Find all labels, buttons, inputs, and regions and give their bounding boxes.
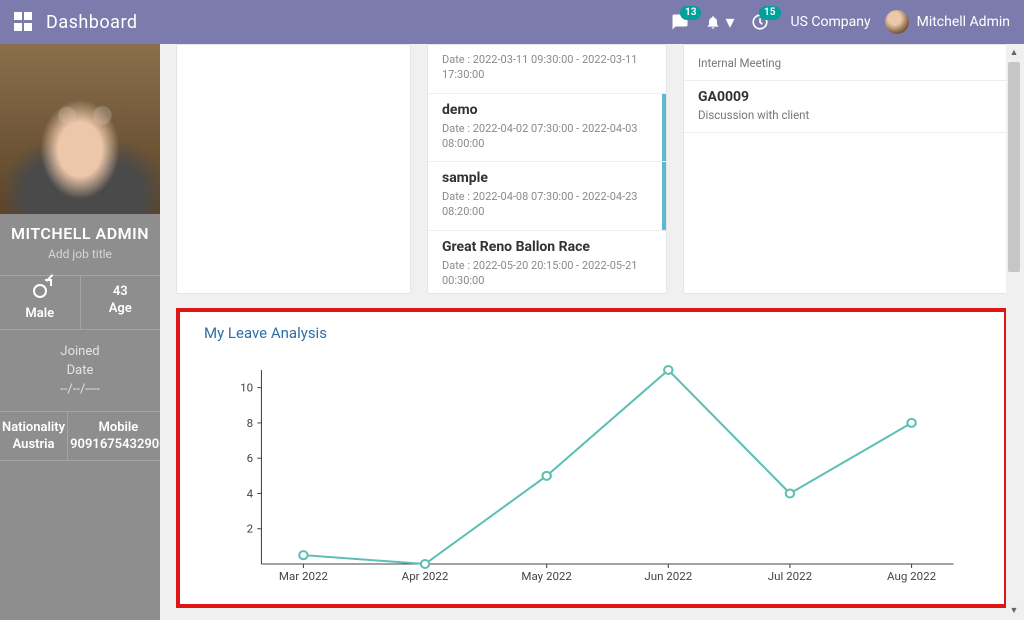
info-row-gender-age: Male 43 Age [0, 275, 160, 329]
company-switcher[interactable]: US Company [791, 14, 871, 30]
apps-icon[interactable] [14, 12, 34, 32]
app-header: Dashboard 13 ▾ 15 US Company Mitchell Ad… [0, 0, 1024, 44]
nationality-value: Austria [2, 437, 65, 452]
main-area: Date : 2022-03-11 09:30:00 - 2022-03-11 … [160, 44, 1024, 620]
profile-name: MITCHELL ADMIN [0, 224, 160, 243]
event-date: Date : 2022-04-02 07:30:00 - 2022-04-03 … [442, 122, 652, 152]
event-title: Great Reno Ballon Race [442, 239, 652, 255]
event-item[interactable]: Great Reno Ballon Race Date : 2022-05-20 … [428, 231, 666, 293]
male-icon [33, 284, 47, 298]
svg-text:8: 8 [247, 417, 253, 430]
svg-text:Apr 2022: Apr 2022 [402, 570, 449, 583]
svg-text:Jun 2022: Jun 2022 [644, 570, 692, 583]
event-title: demo [442, 102, 652, 118]
event-date: Date : 2022-04-08 07:30:00 - 2022-04-23 … [442, 190, 652, 220]
event-item[interactable]: sample Date : 2022-04-08 07:30:00 - 2022-… [428, 162, 666, 231]
line-chart: 2 4 6 8 10 Mar 2022 Apr 2022 May 2022 Jun 2022 Ju… [230, 360, 964, 590]
event-date: Date : 2022-03-11 09:30:00 - 2022-03-11 … [442, 53, 652, 83]
nationality-label: Nationality [2, 420, 65, 435]
events-card: Date : 2022-03-11 09:30:00 - 2022-03-11 … [427, 44, 667, 294]
age-label: Age [83, 301, 159, 316]
chart-title: My Leave Analysis [204, 324, 980, 342]
company-name: US Company [791, 14, 871, 30]
ga-code: GA0009 [698, 89, 993, 105]
chart-area: 2 4 6 8 10 Mar 2022 Apr 2022 May 2022 Jun 2022 Ju… [230, 360, 964, 590]
svg-text:Mar 2022: Mar 2022 [279, 570, 328, 583]
activities-button[interactable]: 15 [751, 13, 769, 31]
joined-block: Joined Date --/--/---- [0, 329, 160, 411]
ga-desc: Internal Meeting [698, 56, 993, 70]
joined-label: Joined [4, 344, 156, 359]
scroll-down-button[interactable]: ▼ [1006, 602, 1022, 618]
age-value: 43 [83, 284, 159, 299]
activities-badge: 15 [759, 6, 780, 20]
svg-text:May 2022: May 2022 [521, 570, 571, 583]
date-value: --/--/---- [4, 382, 156, 397]
event-item[interactable]: demo Date : 2022-04-02 07:30:00 - 2022-04… [428, 94, 666, 163]
nationality-cell: Nationality Austria [0, 412, 67, 460]
mobile-cell: Mobile 9091675432900 [67, 412, 160, 460]
mobile-label: Mobile [70, 420, 160, 435]
svg-text:Aug 2022: Aug 2022 [887, 570, 936, 583]
ga-desc: Discussion with client [698, 108, 993, 122]
ga-item[interactable]: GA0009 Discussion with client [684, 81, 1007, 133]
age-cell: 43 Age [80, 276, 161, 329]
svg-text:10: 10 [240, 382, 253, 395]
user-menu[interactable]: Mitchell Admin [917, 14, 1010, 30]
page-title: Dashboard [46, 12, 138, 33]
event-title: sample [442, 170, 652, 186]
messages-badge: 13 [680, 6, 701, 20]
ga-item[interactable]: Internal Meeting [684, 45, 1007, 81]
events-list: Date : 2022-03-11 09:30:00 - 2022-03-11 … [428, 45, 666, 293]
svg-text:Jul 2022: Jul 2022 [768, 570, 812, 583]
blank-card [176, 44, 411, 294]
bell-icon [705, 14, 721, 30]
chevron-down-icon: ▾ [725, 12, 734, 33]
gender-label: Male [2, 306, 78, 321]
profile-sidebar: MITCHELL ADMIN Add job title Male 43 Age… [0, 44, 160, 620]
scroll-thumb[interactable] [1008, 62, 1020, 272]
mobile-value: 9091675432900 [70, 437, 160, 452]
profile-photo [0, 44, 160, 214]
messages-button[interactable]: 13 [671, 13, 689, 31]
info-row-nat-mobile: Nationality Austria Mobile 9091675432900 [0, 411, 160, 461]
scrollbar[interactable]: ▲ ▼ [1006, 44, 1022, 618]
date-label: Date [4, 363, 156, 378]
svg-text:2: 2 [247, 523, 253, 536]
leave-analysis-card: My Leave Analysis 2 4 6 8 10 Mar 2022 Apr 2022… [176, 308, 1008, 608]
avatar[interactable] [885, 10, 909, 34]
scroll-up-button[interactable]: ▲ [1006, 44, 1022, 60]
svg-text:4: 4 [247, 488, 254, 501]
notifications-button[interactable]: ▾ [705, 12, 734, 33]
svg-text:6: 6 [247, 452, 253, 465]
ga-card: Internal Meeting GA0009 Discussion with cl… [683, 44, 1008, 294]
event-item[interactable]: Date : 2022-03-11 09:30:00 - 2022-03-11 … [428, 45, 666, 94]
job-title-input[interactable]: Add job title [0, 247, 160, 261]
gender-cell: Male [0, 276, 80, 329]
event-date: Date : 2022-05-20 20:15:00 - 2022-05-21 … [442, 259, 652, 289]
top-cards-row: Date : 2022-03-11 09:30:00 - 2022-03-11 … [176, 44, 1008, 294]
